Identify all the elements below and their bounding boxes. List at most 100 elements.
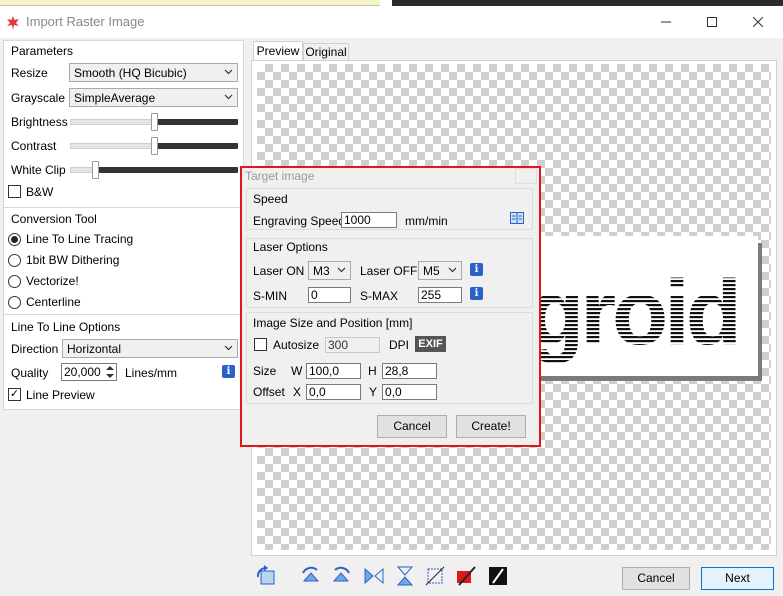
radio-label: Centerline bbox=[26, 295, 81, 309]
maximize-button[interactable] bbox=[689, 6, 735, 38]
line-preview-label: Line Preview bbox=[26, 388, 95, 402]
radio-line-to-line[interactable] bbox=[8, 233, 21, 246]
minimize-icon bbox=[661, 21, 671, 23]
quality-stepper[interactable]: 20,000 bbox=[61, 363, 117, 381]
smax-label: S-MAX bbox=[360, 289, 399, 303]
grayscale-select[interactable]: SimpleAverage bbox=[69, 88, 238, 107]
exif-button[interactable]: EXIF bbox=[415, 336, 446, 352]
width-label: W bbox=[291, 364, 303, 378]
resize-select[interactable]: Smooth (HQ Bicubic) bbox=[69, 63, 238, 82]
whiteclip-slider-thumb[interactable] bbox=[92, 161, 99, 179]
dialog-cancel-button[interactable]: Cancel bbox=[377, 415, 447, 438]
smin-label: S-MIN bbox=[253, 289, 287, 303]
next-button[interactable]: Next bbox=[701, 567, 774, 590]
laser-off-value: M5 bbox=[423, 264, 440, 278]
radio-vectorize[interactable] bbox=[8, 275, 21, 288]
y-label: Y bbox=[369, 385, 378, 399]
direction-select[interactable]: Horizontal bbox=[62, 339, 238, 358]
target-image-dialog: Target image Speed Engraving Speed 1000 … bbox=[240, 166, 541, 447]
grayscale-label: Grayscale bbox=[11, 91, 66, 105]
laser-on-select[interactable]: M3 bbox=[308, 261, 351, 280]
smax-input[interactable]: 255 bbox=[418, 287, 462, 303]
close-button[interactable] bbox=[735, 6, 781, 38]
offset-label: Offset bbox=[253, 385, 285, 399]
radio-1bit-dithering[interactable] bbox=[8, 254, 21, 267]
parameters-header: Parameters bbox=[11, 44, 74, 58]
grayscale-value: SimpleAverage bbox=[74, 91, 156, 105]
dialog-close-button[interactable] bbox=[515, 168, 537, 184]
direction-value: Horizontal bbox=[67, 342, 122, 356]
chevron-down-icon bbox=[337, 267, 346, 273]
bw-checkbox[interactable] bbox=[8, 185, 21, 198]
quality-value: 20,000 bbox=[64, 365, 101, 379]
engraving-speed-input[interactable]: 1000 bbox=[341, 212, 397, 228]
rotate-left-icon[interactable] bbox=[300, 565, 322, 587]
smin-input[interactable]: 0 bbox=[308, 287, 351, 303]
autosize-label: Autosize bbox=[273, 338, 320, 352]
offset-y-input[interactable]: 0,0 bbox=[382, 384, 437, 400]
laser-on-value: M3 bbox=[313, 264, 330, 278]
radio-label: Vectorize! bbox=[26, 274, 79, 288]
preview-logo: groid bbox=[530, 262, 742, 364]
divider bbox=[4, 314, 243, 315]
chevron-down-icon bbox=[448, 267, 457, 273]
height-label: H bbox=[368, 364, 377, 378]
rotate-right-icon[interactable] bbox=[330, 565, 352, 587]
brightness-label: Brightness bbox=[11, 115, 68, 129]
brightness-slider-thumb[interactable] bbox=[151, 113, 158, 131]
minimize-button[interactable] bbox=[643, 6, 689, 38]
chevron-down-icon bbox=[224, 94, 233, 100]
maximize-icon bbox=[707, 17, 717, 27]
height-input[interactable]: 28,8 bbox=[382, 363, 437, 379]
brightness-slider[interactable] bbox=[70, 113, 238, 131]
info-icon[interactable]: i bbox=[222, 365, 235, 378]
whiteclip-slider[interactable] bbox=[70, 161, 238, 179]
auto-trim-icon[interactable] bbox=[455, 565, 477, 587]
invert-icon[interactable] bbox=[487, 565, 509, 587]
flip-vertical-icon[interactable] bbox=[394, 565, 416, 587]
radio-label: 1bit BW Dithering bbox=[26, 253, 120, 267]
speed-header: Speed bbox=[253, 192, 288, 206]
quality-unit: Lines/mm bbox=[125, 366, 178, 380]
size-label: Size bbox=[253, 364, 277, 378]
spin-arrows-icon[interactable] bbox=[106, 366, 114, 378]
dpi-input[interactable]: 300 bbox=[325, 337, 380, 353]
line-preview-checkbox[interactable]: ✓ bbox=[8, 388, 21, 401]
create-button[interactable]: Create! bbox=[456, 415, 526, 438]
x-label: X bbox=[293, 385, 302, 399]
conversion-tool-header: Conversion Tool bbox=[11, 212, 97, 226]
offset-x-input[interactable]: 0,0 bbox=[306, 384, 361, 400]
tab-preview[interactable]: Preview bbox=[253, 41, 303, 61]
laser-info-icon[interactable]: i bbox=[470, 263, 483, 276]
speed-unit: mm/min bbox=[405, 214, 448, 228]
radio-centerline[interactable] bbox=[8, 296, 21, 309]
laser-off-select[interactable]: M5 bbox=[418, 261, 462, 280]
preview-image: groid bbox=[530, 236, 758, 376]
autosize-checkbox[interactable] bbox=[254, 338, 267, 351]
book-icon[interactable] bbox=[510, 212, 524, 224]
rotate-icon[interactable] bbox=[255, 565, 277, 587]
width-input[interactable]: 100,0 bbox=[306, 363, 361, 379]
crop-icon[interactable] bbox=[424, 565, 446, 587]
dialog-title: Target image bbox=[245, 169, 315, 183]
contrast-slider-thumb[interactable] bbox=[151, 137, 158, 155]
title-bar: Import Raster Image bbox=[0, 6, 783, 38]
chevron-down-icon bbox=[224, 69, 233, 75]
smax-info-icon[interactable]: i bbox=[470, 287, 483, 300]
cancel-button[interactable]: Cancel bbox=[622, 567, 690, 590]
app-leaf-icon bbox=[7, 16, 19, 30]
close-icon bbox=[753, 17, 763, 27]
dpi-label: DPI bbox=[389, 338, 410, 352]
quality-label: Quality bbox=[11, 366, 49, 380]
direction-label: Direction bbox=[11, 342, 59, 356]
window-title: Import Raster Image bbox=[26, 14, 145, 29]
tab-original[interactable]: Original bbox=[303, 43, 349, 61]
laser-off-label: Laser OFF bbox=[360, 264, 418, 278]
resize-label: Resize bbox=[11, 66, 48, 80]
resize-value: Smooth (HQ Bicubic) bbox=[74, 66, 187, 80]
contrast-slider[interactable] bbox=[70, 137, 238, 155]
laser-on-label: Laser ON bbox=[253, 264, 305, 278]
bw-label: B&W bbox=[26, 185, 54, 199]
flip-horizontal-icon[interactable] bbox=[363, 565, 385, 587]
chevron-down-icon bbox=[224, 345, 233, 351]
